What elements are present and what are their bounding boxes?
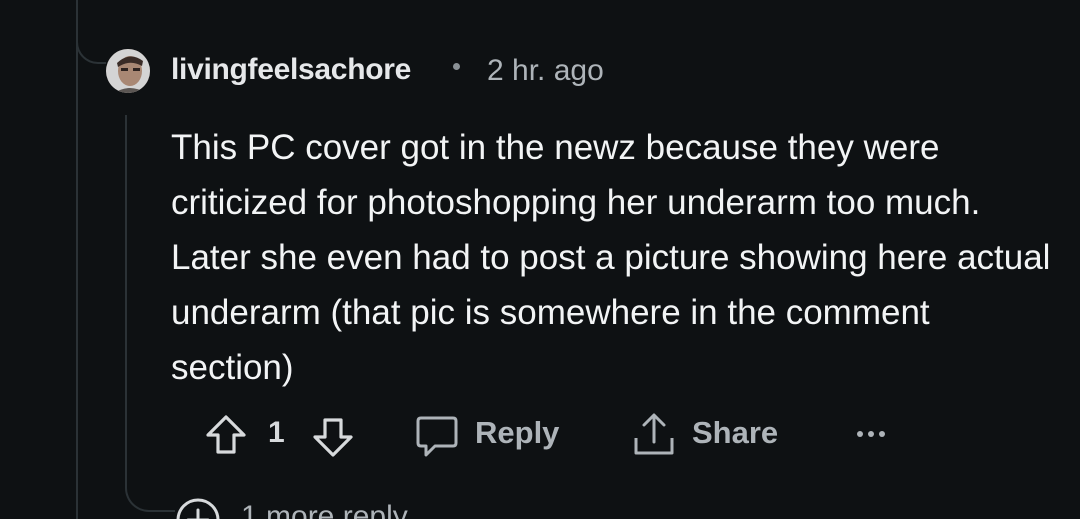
avatar[interactable] [106, 49, 150, 93]
reply-button[interactable]: Reply [475, 415, 559, 451]
more-replies-label: 1 more reply [241, 500, 408, 519]
share-icon[interactable] [632, 412, 676, 458]
overflow-menu-icon[interactable] [855, 428, 887, 440]
separator-dot [453, 63, 460, 70]
downvote-icon[interactable] [312, 416, 354, 458]
timestamp[interactable]: 2 hr. ago [487, 54, 604, 88]
vote-count: 1 [268, 416, 285, 449]
avatar-image [106, 49, 150, 93]
username[interactable]: livingfeelsachore [171, 53, 411, 87]
thread-branch [76, 20, 106, 64]
previous-actions-fragment-icons [250, 0, 750, 10]
comment-bubble-icon[interactable] [415, 414, 459, 458]
thread-branch-replies [125, 452, 175, 512]
share-button[interactable]: Share [692, 415, 778, 451]
plus-circle-icon [176, 498, 220, 519]
comment-actions: 1 Reply Share [0, 410, 1080, 458]
upvote-icon[interactable] [205, 414, 247, 456]
comment-thread: livingfeelsachore 2 hr. ago This PC cove… [0, 0, 1080, 519]
comment-body: This PC cover got in the newz because th… [171, 128, 1051, 387]
thread-line-comment[interactable] [125, 115, 127, 455]
